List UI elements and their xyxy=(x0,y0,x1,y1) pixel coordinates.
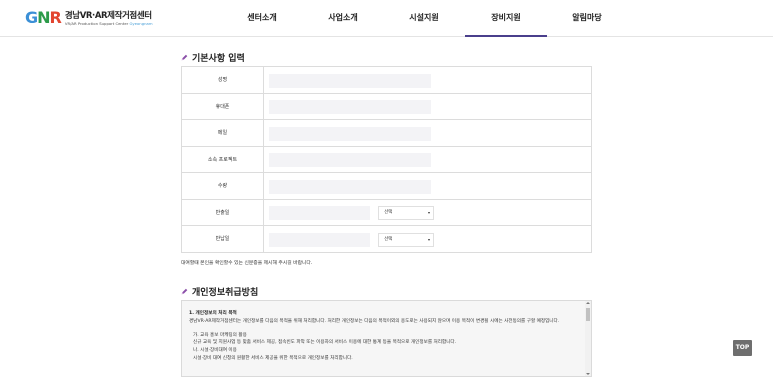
top-button[interactable]: TOP xyxy=(733,340,752,356)
form-row-return-date: 반납일 선택 xyxy=(181,225,592,253)
chevron-down-icon xyxy=(428,212,431,215)
form-section-title: 기본사항 입력 xyxy=(181,51,245,64)
pencil-icon xyxy=(181,54,188,60)
scroll-up-icon[interactable] xyxy=(586,302,590,304)
return-date-input[interactable] xyxy=(269,232,370,247)
nav-item-facility-support[interactable]: 시설지원 xyxy=(383,0,465,36)
quantity-input[interactable] xyxy=(269,179,431,194)
name-label: 성명 xyxy=(181,66,264,94)
main-nav: 센터소개 사업소개 시설지원 장비지원 알림마당 xyxy=(0,0,773,37)
nav-item-notice[interactable]: 알림마당 xyxy=(546,0,628,36)
privacy-item: 신규 교육 및 지원사업 등 맞춤 서비스 제공, 접속빈도 파악 또는 이용자… xyxy=(193,340,457,346)
privacy-intro: 경남VR·AR제작거점센터는 개인정보를 다음의 목적을 위해 처리합니다. 처… xyxy=(189,318,560,324)
form-row-email: 메일 xyxy=(181,119,592,147)
phone-input[interactable] xyxy=(269,100,431,115)
id-notice: 대여할때 본인을 확인할수 있는 신분증을 제시해 주시길 바랍니다. xyxy=(181,261,313,266)
privacy-item: 나. 시설·장비대여 이용 xyxy=(193,348,237,354)
privacy-item: 가. 교육 홍보 마케팅의 활용 xyxy=(193,332,247,338)
checkout-time-select[interactable]: 선택 xyxy=(378,206,435,221)
privacy-scrollbar[interactable] xyxy=(585,301,591,376)
form-row-quantity: 수량 xyxy=(181,172,592,200)
email-input[interactable] xyxy=(269,126,431,141)
phone-label: 휴대폰 xyxy=(181,92,264,120)
return-time-select[interactable]: 선택 xyxy=(378,232,435,247)
privacy-policy-box[interactable]: 1. 개인정보의 처리 목적 경남VR·AR제작거점센터는 개인정보를 다음의 … xyxy=(181,300,592,377)
scroll-down-icon[interactable] xyxy=(586,373,590,375)
checkout-date-label: 반출일 xyxy=(181,198,264,226)
return-date-label: 반납일 xyxy=(181,225,264,253)
pencil-icon xyxy=(181,288,188,294)
chevron-down-icon xyxy=(428,238,431,241)
site-header: G N R 경남VR·AR제작거점센터 VR/AR Production Sup… xyxy=(0,0,773,37)
email-label: 메일 xyxy=(181,119,264,147)
privacy-item: 시설·장비 대여 신청의 원활한 서비스 제공을 위한 목적으로 개인정보를 처… xyxy=(193,355,353,361)
checkout-date-input[interactable] xyxy=(269,206,370,221)
form-row-name: 성명 xyxy=(181,66,592,94)
form-row-checkout-date: 반출일 선택 xyxy=(181,198,592,226)
nav-item-center-intro[interactable]: 센터소개 xyxy=(221,0,303,36)
basic-info-form: 성명 휴대폰 메일 소속 프로젝트 수량 반출일 선택 반납일 선택 xyxy=(181,66,592,253)
quantity-label: 수량 xyxy=(181,172,264,200)
nav-item-equipment-support[interactable]: 장비지원 xyxy=(465,0,547,37)
name-input[interactable] xyxy=(269,73,431,88)
scroll-thumb[interactable] xyxy=(586,308,590,321)
nav-item-business-intro[interactable]: 사업소개 xyxy=(302,0,384,36)
project-input[interactable] xyxy=(269,153,431,168)
form-row-phone: 휴대폰 xyxy=(181,92,592,120)
privacy-heading: 1. 개인정보의 처리 목적 xyxy=(189,311,237,316)
privacy-policy-text: 1. 개인정보의 처리 목적 경남VR·AR제작거점센터는 개인정보를 다음의 … xyxy=(189,310,579,363)
privacy-section-title: 개인정보취급방침 xyxy=(181,285,258,298)
form-row-project: 소속 프로젝트 xyxy=(181,145,592,173)
project-label: 소속 프로젝트 xyxy=(181,145,264,173)
